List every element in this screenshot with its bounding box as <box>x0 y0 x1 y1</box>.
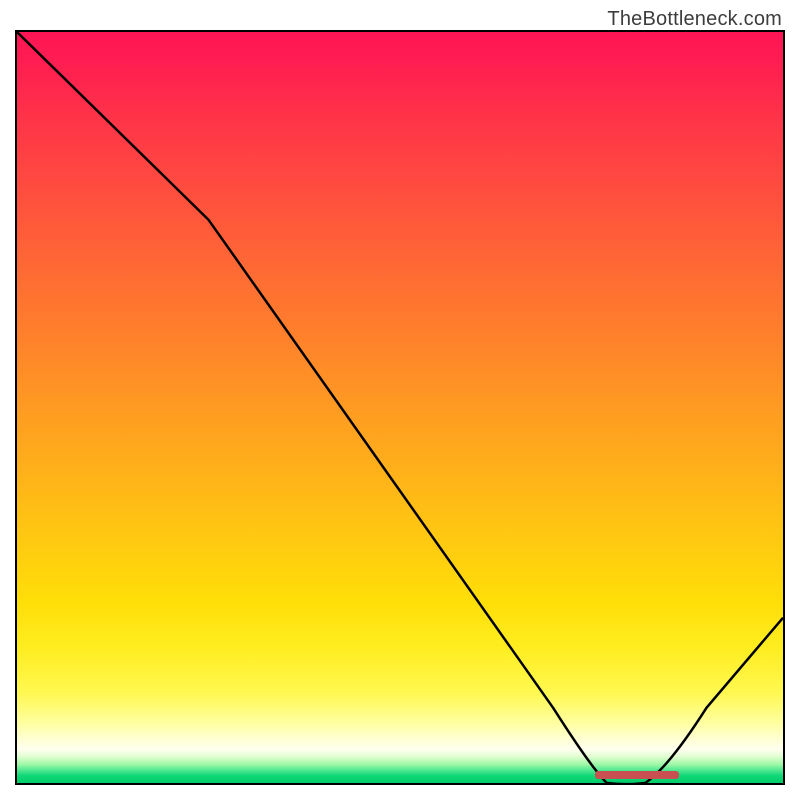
chart-area <box>15 30 785 785</box>
optimal-marker <box>595 771 680 779</box>
bottleneck-curve <box>17 32 783 783</box>
watermark-text: TheBottleneck.com <box>607 8 782 31</box>
